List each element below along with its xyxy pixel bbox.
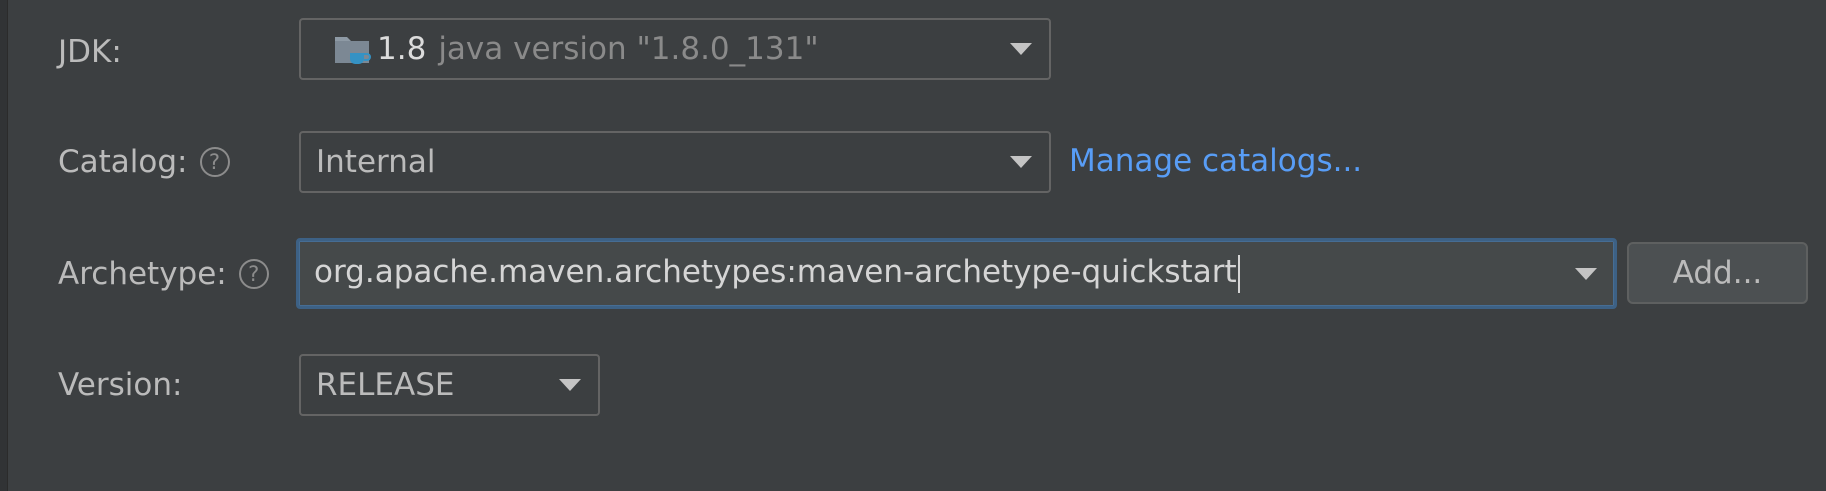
left-border [0, 0, 8, 491]
folder-java-icon [333, 32, 373, 66]
jdk-label: JDK: [58, 32, 122, 72]
chevron-down-icon [559, 379, 581, 391]
jdk-version-detail: java version "1.8.0_131" [438, 31, 819, 67]
archetype-label-text: Archetype: [58, 256, 227, 292]
help-icon[interactable]: ? [238, 259, 269, 289]
version-label: Version: [58, 365, 182, 405]
text-caret [1237, 254, 1240, 293]
jdk-dropdown[interactable]: 1.8 java version "1.8.0_131" [299, 18, 1051, 80]
version-value: RELEASE [316, 367, 455, 403]
chevron-down-icon [1010, 43, 1032, 55]
catalog-label: Catalog: ? [58, 142, 230, 182]
catalog-value: Internal [316, 144, 436, 180]
manage-catalogs-link[interactable]: Manage catalogs... [1069, 141, 1362, 181]
chevron-down-icon [1010, 156, 1032, 168]
catalog-label-text: Catalog: [58, 144, 188, 180]
version-dropdown[interactable]: RELEASE [299, 354, 600, 416]
add-archetype-button[interactable]: Add... [1627, 242, 1808, 304]
jdk-label-text: JDK: [58, 34, 122, 70]
archetype-input[interactable]: org.apache.maven.archetypes:maven-archet… [299, 254, 1575, 293]
chevron-down-icon[interactable] [1575, 267, 1597, 280]
archetype-label: Archetype: ? [58, 254, 269, 294]
archetype-combobox[interactable]: org.apache.maven.archetypes:maven-archet… [296, 238, 1617, 309]
catalog-dropdown[interactable]: Internal [299, 131, 1051, 193]
jdk-version: 1.8 [377, 31, 427, 67]
help-icon[interactable]: ? [199, 147, 230, 177]
version-label-text: Version: [58, 367, 183, 403]
archetype-value: org.apache.maven.archetypes:maven-archet… [314, 254, 1237, 291]
